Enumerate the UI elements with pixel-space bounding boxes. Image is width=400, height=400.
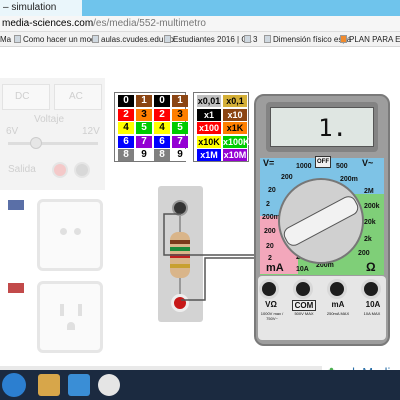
v-ac-label: V~ (362, 158, 374, 168)
range-label[interactable]: 2M (364, 188, 374, 195)
start-button-icon[interactable] (2, 373, 26, 397)
jack-note: 250mA MAX (326, 311, 350, 316)
com-jack-label: COM (292, 300, 316, 311)
range-label[interactable]: 20 (268, 187, 276, 194)
jack-note: 1000V max / 750V~ (260, 311, 284, 321)
range-label[interactable]: 2 (266, 201, 270, 208)
ma-jack[interactable] (327, 279, 347, 299)
ma-label: mA (266, 262, 284, 274)
v-dc-label: V= (263, 158, 275, 168)
media-player-icon[interactable] (68, 374, 90, 396)
range-label[interactable]: 1000 (296, 163, 312, 170)
range-label[interactable]: 500 (336, 163, 348, 170)
chrome-icon[interactable] (98, 374, 120, 396)
lcd-display: 1. (270, 107, 374, 147)
range-label[interactable]: 200 (264, 228, 276, 235)
jack-note: 10A MAX (363, 311, 381, 316)
range-label[interactable]: 200k (364, 203, 380, 210)
range-label[interactable]: 200 (281, 174, 293, 181)
range-label[interactable]: 200 (358, 250, 370, 257)
vohm-jack[interactable] (259, 279, 279, 299)
10a-jack[interactable] (361, 279, 381, 299)
range-label[interactable]: 2 (268, 255, 272, 262)
range-label[interactable]: 20 (266, 243, 274, 250)
file-explorer-icon[interactable] (38, 374, 60, 396)
10a-jack-label: 10A (365, 300, 381, 309)
range-label[interactable]: 10A (296, 266, 309, 273)
jack-note: 500V MAX (294, 311, 314, 316)
range-label[interactable]: 20k (364, 219, 376, 226)
ohm-label: Ω (366, 260, 376, 274)
ma-jack-label: mA (331, 300, 345, 309)
range-label[interactable]: 2k (364, 236, 372, 243)
vohm-jack-label: VΩ (265, 300, 277, 309)
off-position[interactable]: OFF (315, 156, 331, 168)
com-jack[interactable] (293, 279, 313, 299)
taskbar (0, 370, 400, 400)
range-label[interactable]: 200m (340, 176, 358, 183)
